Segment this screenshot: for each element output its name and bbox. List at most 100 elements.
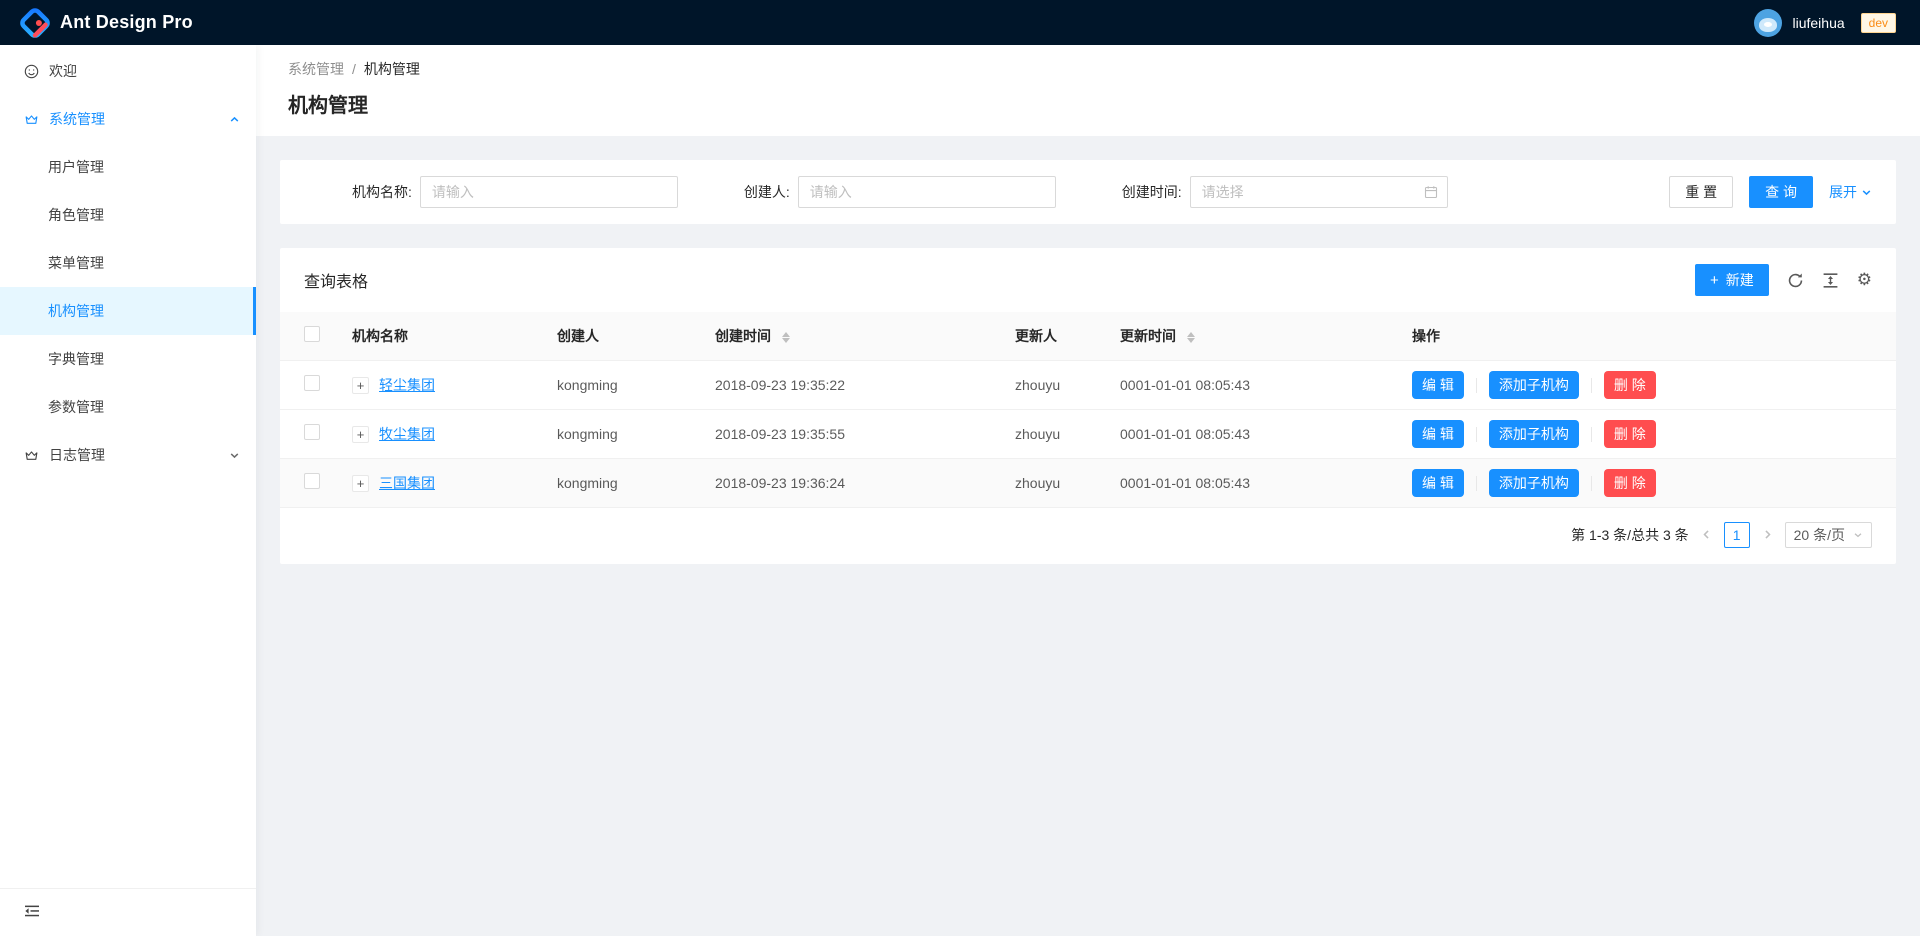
row-checkbox[interactable]	[304, 424, 320, 440]
action-divider	[1476, 427, 1477, 442]
cell-create-time: 2018-09-23 19:35:55	[699, 409, 999, 458]
reload-icon[interactable]	[1787, 272, 1804, 289]
app-logo-icon	[20, 8, 50, 38]
filter-org-name: 机构名称:	[352, 176, 678, 208]
next-page-button[interactable]	[1760, 529, 1775, 540]
new-button[interactable]: + 新建	[1695, 264, 1769, 296]
table-title: 查询表格	[304, 268, 368, 292]
expand-label: 展开	[1829, 182, 1857, 202]
row-checkbox[interactable]	[304, 473, 320, 489]
sidebar-menu: 欢迎 系统管理 用户管理 角色管理 菜单管理 机构	[0, 45, 256, 479]
page-number-1[interactable]: 1	[1724, 522, 1750, 548]
logo-area[interactable]: Ant Design Pro	[20, 8, 193, 38]
sidebar-item-parameters[interactable]: 参数管理	[0, 383, 256, 431]
pagination-total: 第 1-3 条/总共 3 条	[1571, 525, 1688, 545]
cell-creator: kongming	[541, 458, 699, 507]
sort-carets-icon[interactable]	[782, 332, 790, 343]
sidebar-group-system[interactable]: 系统管理	[0, 95, 256, 143]
delete-button[interactable]: 删 除	[1604, 420, 1656, 448]
sidebar-item-label: 欢迎	[49, 61, 77, 81]
sidebar-group-logs[interactable]: 日志管理	[0, 431, 256, 479]
column-label: 机构名称	[352, 328, 408, 344]
expand-row-button[interactable]: +	[352, 475, 369, 492]
breadcrumb-current: 机构管理	[364, 59, 420, 79]
reset-button[interactable]: 重 置	[1669, 176, 1733, 208]
column-label: 创建时间	[715, 328, 771, 344]
sidebar-item-label: 菜单管理	[48, 253, 104, 273]
column-header-creator: 创建人	[541, 312, 699, 360]
delete-button[interactable]: 删 除	[1604, 469, 1656, 497]
sidebar-item-label: 用户管理	[48, 157, 104, 177]
cell-update-time: 0001-01-01 08:05:43	[1104, 458, 1396, 507]
column-label: 操作	[1412, 328, 1440, 344]
app-header: Ant Design Pro liufeihua dev	[0, 0, 1920, 45]
sidebar-group-label: 日志管理	[49, 445, 105, 465]
user-avatar[interactable]	[1754, 9, 1782, 37]
chevron-down-icon	[1853, 530, 1863, 540]
column-label: 创建人	[557, 328, 599, 344]
query-table: 机构名称 创建人 创建时间 更新人 更新时间	[280, 312, 1896, 508]
creator-input[interactable]	[798, 176, 1056, 208]
sidebar-item-users[interactable]: 用户管理	[0, 143, 256, 191]
org-name-link[interactable]: 三国集团	[379, 475, 435, 491]
column-header-create-time[interactable]: 创建时间	[699, 312, 999, 360]
table-toolbar: 查询表格 + 新建	[280, 248, 1896, 312]
sidebar-item-dictionaries[interactable]: 字典管理	[0, 335, 256, 383]
add-child-org-button[interactable]: 添加子机构	[1489, 371, 1579, 399]
column-header-updater: 更新人	[999, 312, 1104, 360]
sidebar-item-menus[interactable]: 菜单管理	[0, 239, 256, 287]
query-button[interactable]: 查 询	[1749, 176, 1813, 208]
page-header: 系统管理 / 机构管理 机构管理	[256, 45, 1920, 136]
create-time-picker[interactable]	[1190, 176, 1448, 208]
column-header-actions: 操作	[1396, 312, 1896, 360]
sort-carets-icon[interactable]	[1187, 332, 1195, 343]
org-name-link[interactable]: 轻尘集团	[379, 377, 435, 393]
sidebar: 欢迎 系统管理 用户管理 角色管理 菜单管理 机构	[0, 45, 256, 936]
cell-update-time: 0001-01-01 08:05:43	[1104, 360, 1396, 409]
settings-gear-icon[interactable]: ⚙	[1857, 272, 1872, 289]
table-header-row: 机构名称 创建人 创建时间 更新人 更新时间	[280, 312, 1896, 360]
action-divider	[1591, 476, 1592, 491]
plus-icon: +	[1710, 272, 1719, 289]
row-checkbox[interactable]	[304, 375, 320, 391]
sidebar-item-organizations[interactable]: 机构管理	[0, 287, 256, 335]
edit-button[interactable]: 编 辑	[1412, 420, 1464, 448]
sidebar-item-welcome[interactable]: 欢迎	[0, 47, 256, 95]
action-divider	[1591, 427, 1592, 442]
create-time-label: 创建时间:	[1122, 182, 1182, 202]
action-divider	[1476, 378, 1477, 393]
expand-row-button[interactable]: +	[352, 426, 369, 443]
page-size-select[interactable]: 20 条/页	[1785, 522, 1872, 548]
chevron-down-icon	[229, 450, 240, 461]
filter-creator: 创建人:	[744, 176, 1056, 208]
org-name-input[interactable]	[420, 176, 678, 208]
env-tag: dev	[1861, 13, 1896, 33]
sidebar-item-label: 角色管理	[48, 205, 104, 225]
sidebar-item-label: 字典管理	[48, 349, 104, 369]
username[interactable]: liufeihua	[1792, 15, 1844, 31]
column-height-icon[interactable]	[1822, 272, 1839, 289]
main-content: 系统管理 / 机构管理 机构管理 机构名称: 创建人: 创建时间:	[256, 0, 1920, 588]
expand-toggle[interactable]: 展开	[1829, 182, 1872, 202]
app-title: Ant Design Pro	[60, 12, 193, 33]
sidebar-group-label: 系统管理	[49, 109, 105, 129]
chevron-up-icon	[229, 114, 240, 125]
add-child-org-button[interactable]: 添加子机构	[1489, 469, 1579, 497]
edit-button[interactable]: 编 辑	[1412, 371, 1464, 399]
smile-icon	[24, 64, 39, 79]
expand-row-button[interactable]: +	[352, 377, 369, 394]
sidebar-collapse-button[interactable]	[0, 888, 256, 936]
delete-button[interactable]: 删 除	[1604, 371, 1656, 399]
sidebar-item-roles[interactable]: 角色管理	[0, 191, 256, 239]
column-header-update-time[interactable]: 更新时间	[1104, 312, 1396, 360]
prev-page-button[interactable]	[1699, 529, 1714, 540]
add-child-org-button[interactable]: 添加子机构	[1489, 420, 1579, 448]
select-all-checkbox[interactable]	[304, 326, 320, 342]
cell-updater: zhouyu	[999, 360, 1104, 409]
edit-button[interactable]: 编 辑	[1412, 469, 1464, 497]
org-name-link[interactable]: 牧尘集团	[379, 426, 435, 442]
org-name-label: 机构名称:	[352, 182, 412, 202]
breadcrumb-parent[interactable]: 系统管理	[288, 59, 344, 79]
sidebar-item-label: 机构管理	[48, 301, 104, 321]
cell-creator: kongming	[541, 409, 699, 458]
